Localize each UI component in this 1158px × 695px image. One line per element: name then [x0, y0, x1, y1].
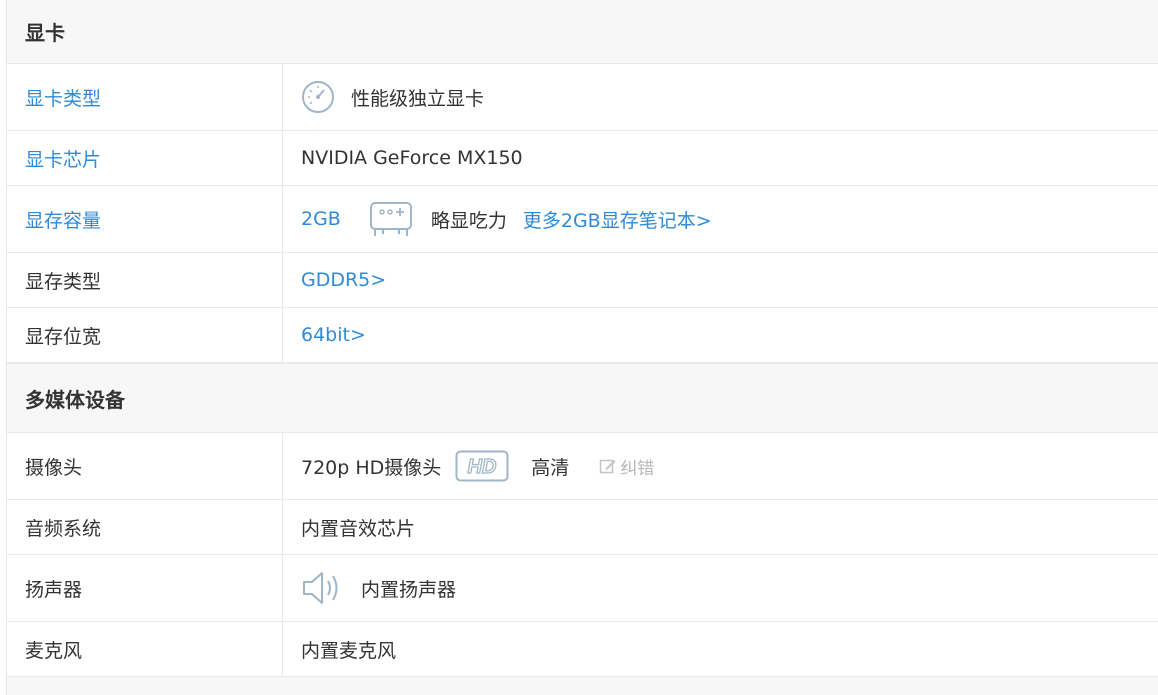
camera-value-cell: 720p HD摄像头 HD 高清 纠错: [283, 433, 1158, 499]
vram-width-row: 显存位宽 64bit>: [7, 308, 1158, 363]
gpu-chip-label[interactable]: 显卡芯片: [7, 131, 283, 185]
speaker-icon: [301, 570, 341, 606]
correction-label: 纠错: [620, 458, 655, 479]
vram-type-link[interactable]: GDDR5>: [301, 269, 386, 291]
vram-type-value-cell: GDDR5>: [283, 253, 1158, 307]
vram-capacity-row: 显存容量 2GB 略显吃力 更多2GB显存笔记本>: [7, 186, 1158, 253]
vram-width-link[interactable]: 64bit>: [301, 324, 366, 346]
gpu-section-title: 显卡: [7, 0, 1158, 64]
vram-capacity-value-cell: 2GB 略显吃力 更多2GB显存笔记本>: [283, 186, 1158, 252]
edit-icon: [599, 457, 617, 475]
gpu-type-label[interactable]: 显卡类型: [7, 64, 283, 130]
audio-row: 音频系统 内置音效芯片: [7, 500, 1158, 555]
vram-type-label: 显存类型: [7, 253, 283, 307]
gpu-type-value: 性能级独立显卡: [351, 87, 485, 110]
camera-quality: 高清: [531, 456, 570, 479]
vram-capacity-value[interactable]: 2GB: [301, 208, 341, 230]
correction-button[interactable]: 纠错: [599, 454, 654, 479]
speaker-row: 扬声器 内置扬声器: [7, 555, 1158, 622]
gamepad-icon: [369, 200, 413, 238]
vram-type-row: 显存类型 GDDR5>: [7, 253, 1158, 308]
microphone-value: 内置麦克风: [301, 639, 397, 662]
next-section-header: [7, 677, 1158, 695]
audio-label: 音频系统: [7, 500, 283, 554]
microphone-row: 麦克风 内置麦克风: [7, 622, 1158, 677]
gpu-chip-value: NVIDIA GeForce MX150: [301, 147, 523, 169]
vram-capacity-label[interactable]: 显存容量: [7, 186, 283, 252]
gpu-type-value-cell: 性能级独立显卡: [283, 64, 1158, 130]
multimedia-section-title: 多媒体设备: [7, 363, 1158, 433]
camera-row: 摄像头 720p HD摄像头 HD 高清 纠错: [7, 433, 1158, 500]
more-2gb-notebooks-link[interactable]: 更多2GB显存笔记本>: [523, 206, 712, 233]
audio-value: 内置音效芯片: [301, 517, 416, 540]
microphone-label: 麦克风: [7, 622, 283, 676]
speaker-label: 扬声器: [7, 555, 283, 621]
speedometer-icon: [301, 80, 335, 114]
speaker-value: 内置扬声器: [361, 578, 457, 601]
camera-label: 摄像头: [7, 433, 283, 499]
vram-width-value-cell: 64bit>: [283, 308, 1158, 362]
vram-capacity-note: 略显吃力: [430, 209, 507, 232]
gpu-chip-row: 显卡芯片 NVIDIA GeForce MX150: [7, 131, 1158, 186]
gpu-type-row: 显卡类型 性能级独立显卡: [7, 64, 1158, 131]
spec-table: 显卡 显卡类型 性能级独立显卡 显卡芯片 NVIDIA GeForce MX15…: [6, 0, 1158, 695]
vram-width-label: 显存位宽: [7, 308, 283, 362]
hd-badge-icon: HD: [455, 450, 509, 482]
camera-value: 720p HD摄像头: [301, 456, 442, 479]
speaker-value-cell: 内置扬声器: [283, 555, 1158, 621]
hd-badge-label: HD: [468, 456, 497, 478]
